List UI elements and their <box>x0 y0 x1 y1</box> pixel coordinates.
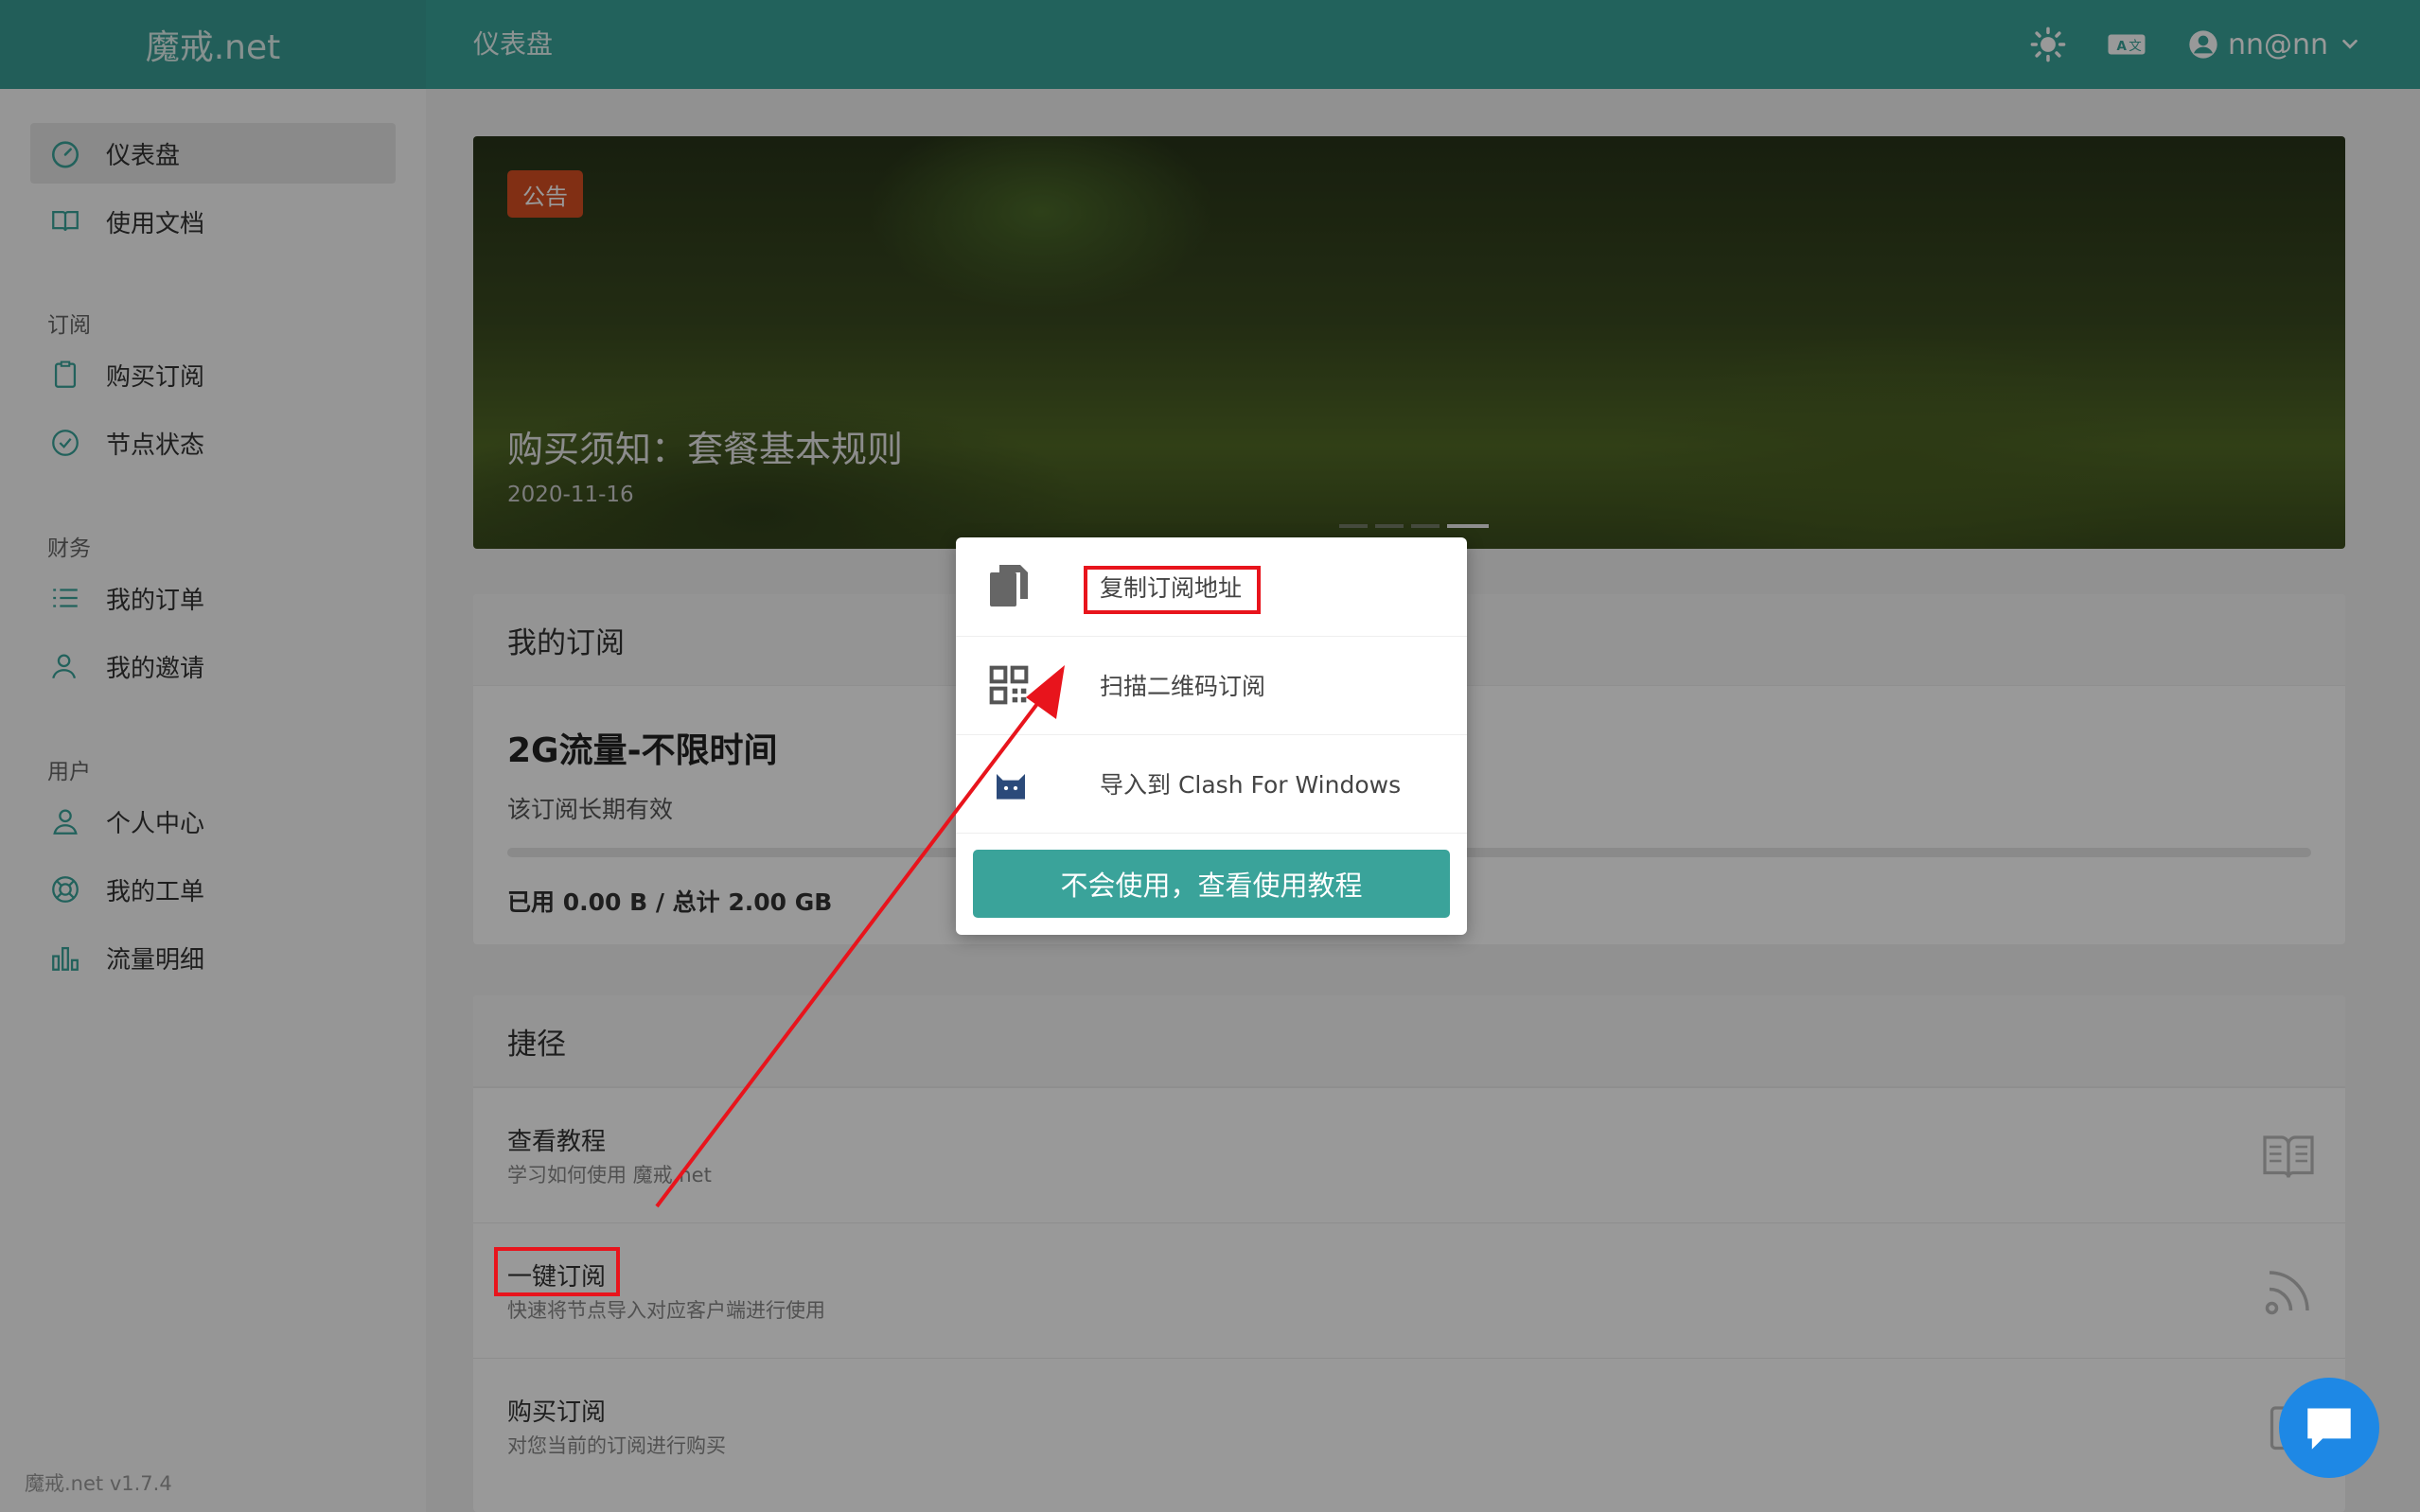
chat-bubble-icon <box>2307 1408 2351 1450</box>
chat-support-button[interactable] <box>2279 1378 2379 1478</box>
annotation-arrow-icon <box>655 665 1065 1208</box>
